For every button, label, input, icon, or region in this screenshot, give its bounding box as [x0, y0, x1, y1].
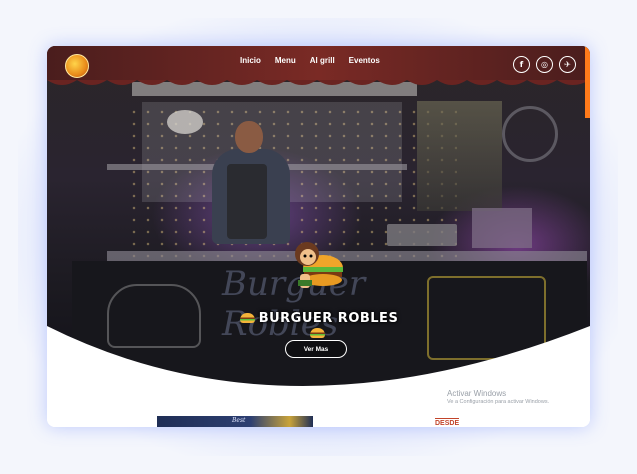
main-nav: Inicio Menu Al grill Eventos [240, 56, 380, 65]
cook-apron [227, 164, 267, 239]
truck-sign [167, 110, 203, 134]
desde-label: DESDE [435, 418, 460, 427]
logo-icon[interactable] [65, 54, 89, 78]
facebook-icon[interactable]: f [513, 56, 530, 73]
activation-subtitle: Ve a Configuración para activar Windows. [447, 399, 550, 405]
instagram-icon[interactable]: ◎ [536, 56, 553, 73]
kitchen-tools [417, 101, 502, 211]
activation-title: Activar Windows [447, 389, 507, 398]
website-window: Burguer Robles BURGUER ROBLES Ver Mas In… [47, 46, 590, 427]
windows-activation-watermark: Activar Windows Ve a Configuración para … [447, 389, 549, 405]
cooking-pot [472, 208, 532, 248]
nav-eventos[interactable]: Eventos [349, 56, 380, 65]
social-links: f ◎ ✈ [513, 56, 576, 73]
grill-pan [387, 224, 457, 246]
promo-card-text: Best [232, 417, 246, 424]
accent-scroll-indicator [585, 46, 590, 118]
nav-menu[interactable]: Menu [275, 56, 296, 65]
twitter-icon[interactable]: ✈ [559, 56, 576, 73]
fan-icon [502, 106, 558, 162]
nav-inicio[interactable]: Inicio [240, 56, 261, 65]
nav-al-grill[interactable]: Al grill [310, 56, 335, 65]
awning-scallops [47, 80, 590, 85]
cook-head [235, 121, 263, 153]
